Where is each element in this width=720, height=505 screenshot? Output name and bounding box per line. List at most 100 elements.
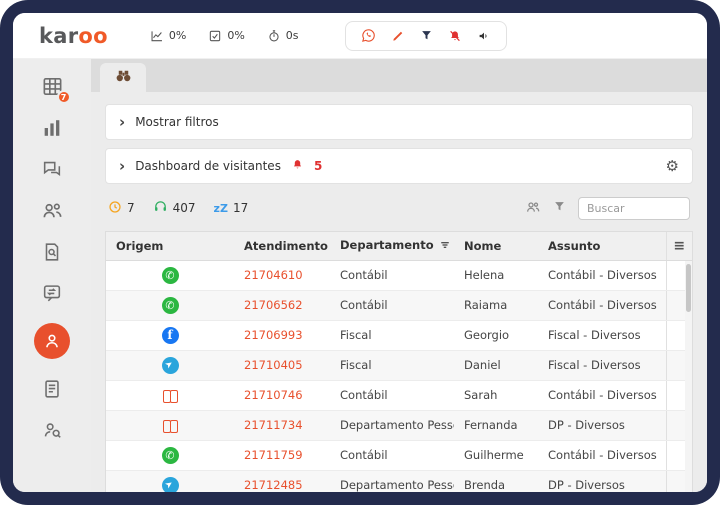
whatsapp-channel-icon: [161, 266, 179, 284]
stat-idle: zZ 17: [214, 201, 249, 215]
telegram-channel-icon: [161, 356, 179, 374]
ticket-link[interactable]: 21710746: [244, 388, 303, 402]
telegram-channel-icon: [161, 476, 179, 492]
logo-text-orange: oo: [78, 23, 108, 48]
sidebar-item-history[interactable]: [41, 241, 63, 263]
dashboard-panel[interactable]: › Dashboard de visitantes 5 ⚙: [105, 148, 693, 184]
table-row[interactable]: 21710405 Fiscal Daniel Fiscal - Diversos: [106, 350, 692, 381]
table-row[interactable]: 21710746 Contábil Sarah Contábil - Diver…: [106, 380, 692, 411]
stat-waiting-value: 7: [127, 201, 135, 215]
sidebar-item-campaigns[interactable]: [41, 282, 63, 304]
metric-conversion: 0%: [150, 29, 186, 43]
sidebar-item-contacts[interactable]: [41, 199, 64, 222]
document-search-icon: [41, 241, 63, 263]
table-row[interactable]: 21704610 Contábil Helena Contábil - Dive…: [106, 260, 692, 291]
visitor-person-icon: [42, 331, 62, 351]
main-area: › Mostrar filtros › Dashboard de visitan…: [91, 59, 707, 492]
filters-panel-label: Mostrar filtros: [135, 115, 219, 129]
column-header-origem[interactable]: Origem: [106, 232, 234, 261]
bell-muted-icon[interactable]: [448, 29, 462, 43]
sidebar-item-dashboard[interactable]: 7: [41, 75, 71, 104]
ticket-link[interactable]: 21711734: [244, 418, 303, 432]
sidebar-item-visitors[interactable]: [34, 323, 70, 359]
table-row[interactable]: 21706993 Fiscal Georgio Fiscal - Diverso…: [106, 320, 692, 351]
chevron-right-icon[interactable]: ›: [119, 114, 125, 130]
ticket-link[interactable]: 21706993: [244, 328, 303, 342]
column-header-assunto[interactable]: Assunto: [538, 232, 666, 261]
gear-icon[interactable]: ⚙: [666, 158, 679, 174]
ticket-link[interactable]: 21704610: [244, 268, 303, 282]
people-icon[interactable]: [525, 199, 541, 218]
alert-bell-icon: [291, 158, 304, 174]
redsquares-channel-icon: [162, 417, 179, 434]
stopwatch-icon: [267, 29, 281, 43]
binoculars-icon: [114, 66, 133, 89]
tab-bar: [91, 59, 707, 92]
column-header-atendimento[interactable]: Atendimento: [234, 232, 330, 261]
chat-square-icon: [41, 282, 63, 304]
redsquares-channel-icon: [162, 387, 179, 404]
whatsapp-channel-icon: [161, 296, 179, 314]
topbar-metrics: 0% 0% 0s: [150, 29, 299, 43]
sidebar-item-reports[interactable]: [41, 117, 63, 139]
dashboard-panel-label: Dashboard de visitantes: [135, 159, 281, 173]
metric-value: 0%: [168, 29, 187, 42]
team-icon: [41, 199, 64, 222]
tab-visitors[interactable]: [100, 63, 146, 92]
ticket-link[interactable]: 21712485: [244, 478, 303, 492]
table-row[interactable]: 21712485 Departamento Pessoal Brenda DP …: [106, 470, 692, 492]
table-row[interactable]: 21706562 Contábil Raiama Contábil - Dive…: [106, 290, 692, 321]
queue-stats-row: 7 407 zZ 17: [105, 192, 693, 224]
visitors-table-body: 21704610 Contábil Helena Contábil - Dive…: [106, 260, 692, 492]
metric-time: 0s: [267, 29, 299, 43]
logo-text-dark: kar: [39, 23, 79, 48]
funnel-icon[interactable]: [553, 200, 566, 216]
chevron-right-icon[interactable]: ›: [119, 158, 125, 174]
whatsapp-icon[interactable]: [361, 28, 376, 43]
filter-icon[interactable]: [420, 29, 433, 42]
sidebar-item-agents[interactable]: [41, 419, 63, 441]
sort-icon[interactable]: [440, 239, 450, 253]
column-header-nome[interactable]: Nome: [454, 232, 538, 261]
sidebar-item-records[interactable]: [41, 378, 63, 400]
line-chart-icon: [150, 29, 164, 43]
content: › Mostrar filtros › Dashboard de visitan…: [91, 92, 707, 492]
stat-in-service-value: 407: [172, 201, 196, 215]
scrollbar-thumb[interactable]: [686, 264, 691, 312]
speaker-icon[interactable]: [477, 29, 491, 43]
metric-value: 0s: [285, 29, 299, 42]
bar-chart-icon: [41, 117, 63, 139]
metric-resolved: 0%: [208, 29, 245, 43]
check-square-icon: [208, 29, 222, 43]
table-menu-icon[interactable]: ≡: [673, 238, 685, 254]
metric-value: 0%: [227, 29, 245, 42]
sidebar-badge: 7: [56, 90, 71, 104]
filters-panel[interactable]: › Mostrar filtros: [105, 104, 693, 140]
channel-status-pill: [344, 20, 507, 51]
topbar: karoo 0% 0% 0s: [13, 13, 707, 59]
ticket-link[interactable]: 21710405: [244, 358, 303, 372]
sidebar-item-chats[interactable]: [41, 158, 63, 180]
app-window: karoo 0% 0% 0s 7 › Mostrar filtros › Das…: [13, 13, 707, 492]
alert-count: 5: [313, 159, 323, 173]
column-header-menu: ≡: [665, 232, 692, 261]
sidebar: 7: [13, 59, 91, 492]
table-row[interactable]: 21711734 Departamento Pessoal Fernanda D…: [106, 410, 692, 441]
sleep-zz-icon: zZ: [213, 201, 228, 215]
visitors-table-wrap: Origem Atendimento Departamento Nome Ass…: [105, 231, 693, 492]
body-row: 7 › Mostrar filtros › Dashboard de visit…: [13, 59, 707, 492]
table-header-row: Origem Atendimento Departamento Nome Ass…: [106, 232, 692, 261]
ticket-link[interactable]: 21711759: [244, 448, 303, 462]
pen-icon[interactable]: [391, 29, 405, 43]
stat-in-service: 407: [153, 199, 196, 217]
table-row[interactable]: 21711759 Contábil Guilherme Contábil - D…: [106, 440, 692, 471]
ticket-link[interactable]: 21706562: [244, 298, 303, 312]
search-input[interactable]: [578, 196, 690, 220]
app-frame: karoo 0% 0% 0s 7 › Mostrar filtros › Das…: [0, 0, 720, 505]
column-header-departamento[interactable]: Departamento: [330, 232, 454, 261]
stats-right-tools: [525, 196, 690, 220]
stat-waiting: 7: [108, 200, 135, 217]
person-search-icon: [41, 419, 63, 441]
table-scrollbar[interactable]: [685, 261, 692, 492]
clock-icon: [108, 200, 122, 217]
